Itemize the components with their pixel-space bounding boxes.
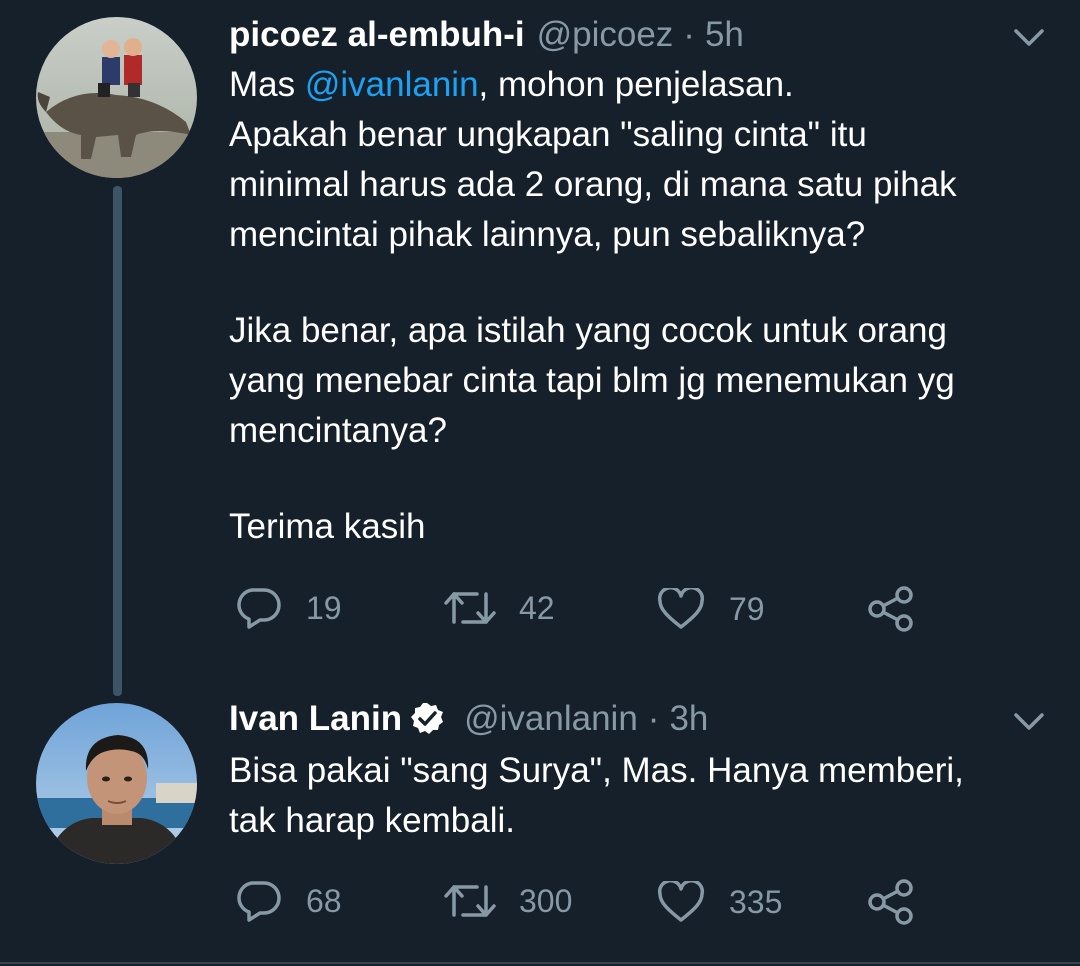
reply-button[interactable]: 68 (234, 879, 342, 923)
chevron-down-icon[interactable] (1013, 28, 1045, 48)
tweet-header: picoez al-embuh-i @picoez · 5h (229, 15, 744, 55)
tweet-line: tak harap kembali. (229, 801, 515, 840)
tweet-header: Ivan Lanin @ivanlanin · 3h (229, 699, 708, 739)
like-count: 335 (729, 883, 783, 920)
tweet-text: Mas @ivanlanin, mohon penjelasan. Apakah… (229, 60, 957, 552)
timestamp[interactable]: 3h (669, 699, 708, 739)
retweet-button[interactable]: 42 (443, 588, 555, 628)
tweet-line: Terima kasih (229, 507, 426, 546)
tweet-line: mencintanya? (229, 411, 447, 450)
user-handle[interactable]: @ivanlanin (464, 699, 638, 739)
user-handle[interactable]: @picoez (537, 15, 674, 55)
like-count: 79 (729, 590, 765, 627)
thread-connector-line (113, 186, 122, 696)
like-button[interactable]: 335 (657, 881, 782, 923)
share-icon (868, 586, 913, 632)
retweet-count: 42 (519, 589, 555, 626)
avatar-ivanlanin[interactable] (36, 703, 197, 864)
reply-count: 68 (306, 882, 342, 919)
avatar-photo-dinosaur-riders (36, 17, 197, 178)
divider (0, 962, 1080, 964)
separator-dot: · (683, 15, 695, 54)
avatar-picoez[interactable] (36, 17, 197, 178)
tweet-line: Mas @ivanlanin, mohon penjelasan. (229, 65, 794, 104)
display-name[interactable]: Ivan Lanin (229, 699, 402, 739)
verified-badge-icon (411, 703, 444, 734)
share-button[interactable] (867, 586, 915, 632)
tweet-line: Bisa pakai "sang Surya", Mas. Hanya memb… (229, 751, 964, 790)
share-icon (868, 879, 913, 925)
retweet-count: 300 (519, 882, 573, 919)
share-button[interactable] (867, 879, 915, 925)
tweet-text: Bisa pakai "sang Surya", Mas. Hanya memb… (229, 746, 964, 846)
tweet-line: yang menebar cinta tapi blm jg menemukan… (229, 361, 955, 400)
reply-icon (237, 588, 281, 629)
separator-dot: · (647, 699, 660, 738)
tweet-line: mencintai pihak lainnya, pun sebaliknya? (229, 215, 866, 254)
tweet-line: Jika benar, apa istilah yang cocok untuk… (229, 311, 947, 350)
tweet-line: Apakah benar ungkapan "saling cinta" itu (229, 115, 867, 154)
avatar-photo-man-seaside (36, 703, 197, 864)
reply-icon (237, 881, 281, 922)
mention-link[interactable]: @ivanlanin (305, 65, 479, 104)
chevron-down-icon[interactable] (1013, 712, 1045, 732)
like-icon (657, 588, 705, 629)
reply-count: 19 (306, 589, 342, 626)
display-name[interactable]: picoez al-embuh-i (229, 15, 525, 55)
reply-button[interactable]: 19 (234, 586, 342, 630)
like-button[interactable]: 79 (657, 588, 765, 630)
retweet-button[interactable]: 300 (443, 881, 572, 921)
tweet-line: minimal harus ada 2 orang, di mana satu … (229, 165, 957, 204)
retweet-icon (444, 592, 496, 624)
like-icon (657, 881, 705, 922)
retweet-icon (444, 885, 496, 917)
timestamp[interactable]: 5h (705, 15, 744, 55)
